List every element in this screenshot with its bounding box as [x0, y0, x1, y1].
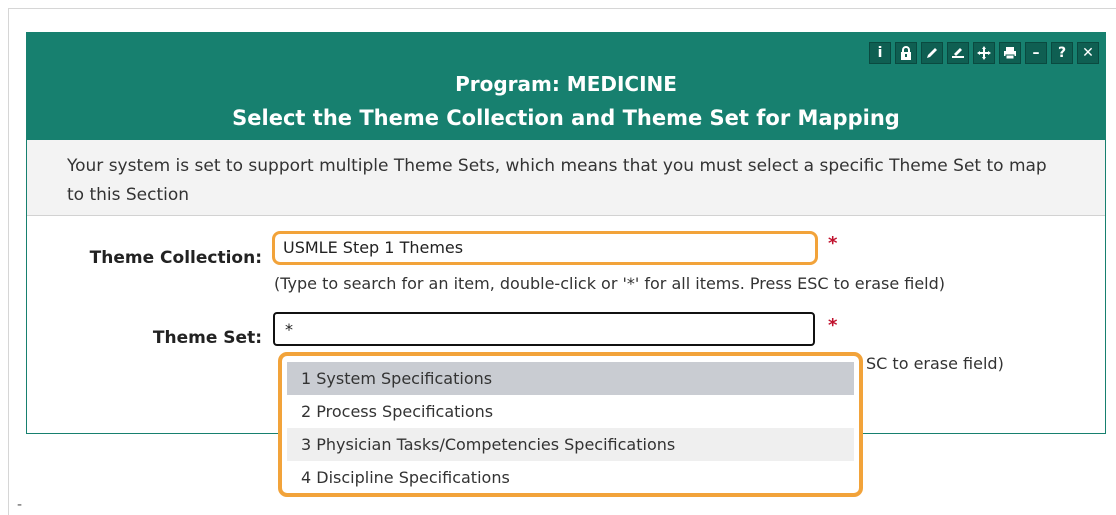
dropdown-option[interactable]: 4 Discipline Specifications — [287, 461, 854, 494]
info-icon[interactable]: i — [869, 42, 891, 64]
dialog-toolbar: i – ? ✕ — [869, 42, 1099, 64]
dropdown-option[interactable]: 1 System Specifications — [287, 362, 854, 395]
theme-set-hint: SC to erase field) — [866, 354, 1004, 373]
close-icon[interactable]: ✕ — [1077, 42, 1099, 64]
info-message: Your system is set to support multiple T… — [27, 140, 1105, 216]
page-marker: - — [17, 497, 23, 513]
move-icon[interactable] — [973, 42, 995, 64]
help-icon[interactable]: ? — [1051, 42, 1073, 64]
required-marker: * — [828, 233, 838, 254]
edit-document-icon[interactable] — [947, 42, 969, 64]
minimize-icon[interactable]: – — [1025, 42, 1047, 64]
theme-set-dropdown: 1 System Specifications 2 Process Specif… — [278, 352, 863, 497]
print-icon[interactable] — [999, 42, 1021, 64]
theme-collection-label: Theme Collection: — [89, 248, 262, 268]
pencil-icon[interactable] — [921, 42, 943, 64]
required-marker: * — [828, 315, 838, 336]
theme-collection-input[interactable]: USMLE Step 1 Themes — [272, 231, 818, 265]
dropdown-option[interactable]: 2 Process Specifications — [287, 395, 854, 428]
dialog-subtitle: Select the Theme Collection and Theme Se… — [232, 106, 900, 130]
program-title: Program: MEDICINE — [455, 72, 677, 96]
theme-set-label: Theme Set: — [152, 328, 262, 348]
dialog-header: i – ? ✕ Program: MEDICINE Select the The… — [27, 32, 1105, 140]
dropdown-option[interactable]: 3 Physician Tasks/Competencies Specifica… — [287, 428, 854, 461]
lock-icon[interactable] — [895, 42, 917, 64]
theme-set-input[interactable]: * — [273, 312, 815, 346]
theme-collection-hint: (Type to search for an item, double-clic… — [274, 274, 946, 293]
